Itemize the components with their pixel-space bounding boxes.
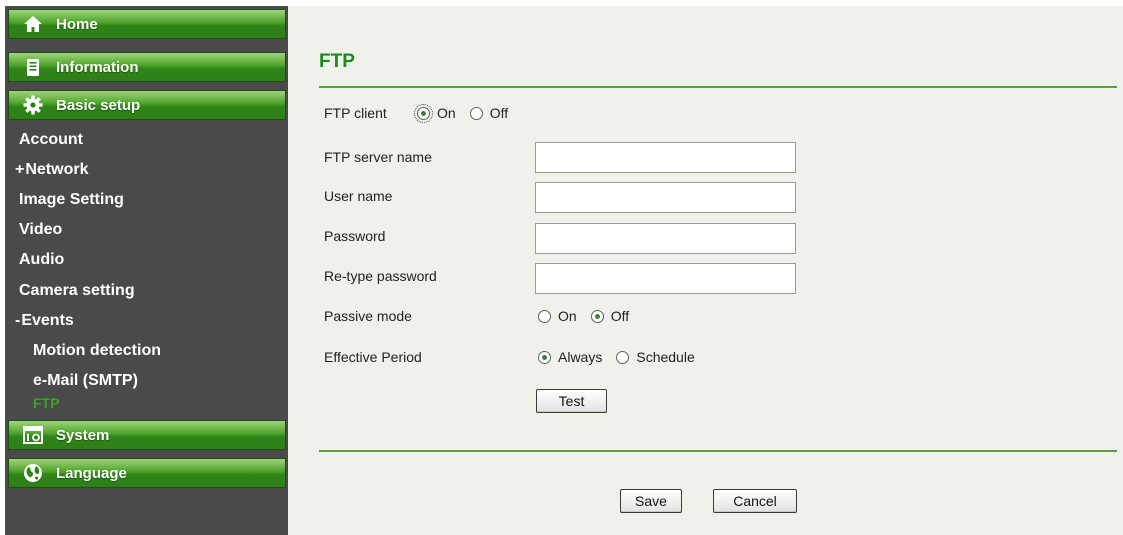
home-label: Home [56,15,98,33]
user-name-input[interactable] [535,182,796,213]
ftp-server-name-label: FTP server name [324,149,432,165]
passive-mode-radio-group: On Off [538,308,643,324]
sidebar-item-motion-detection[interactable]: Motion detection [33,342,161,360]
information-button[interactable]: Information [8,52,286,82]
effective-period-schedule-label[interactable]: Schedule [636,349,694,365]
sidebar-item-email-smtp[interactable]: e-Mail (SMTP) [33,372,138,390]
cancel-button[interactable]: Cancel [713,489,797,513]
system-icon [22,424,44,446]
collapse-icon: - [15,312,21,329]
sidebar-item-events-label: Events [21,312,74,329]
test-button[interactable]: Test [536,389,607,413]
retype-password-label: Re-type password [324,268,437,284]
expand-icon: + [15,161,25,178]
page-title: FTP [319,51,355,72]
sidebar-item-account[interactable]: Account [19,131,83,149]
retype-password-input[interactable] [535,263,796,294]
home-button[interactable]: Home [8,9,286,39]
sidebar-item-image-setting[interactable]: Image Setting [19,191,124,209]
effective-period-label: Effective Period [324,349,422,365]
password-input[interactable] [535,223,796,254]
title-divider [319,86,1117,88]
information-icon [22,56,44,78]
passive-mode-off-label[interactable]: Off [611,308,629,324]
home-icon [22,13,44,35]
ftp-client-off-radio[interactable] [469,106,483,120]
ftp-client-on-label[interactable]: On [437,105,456,121]
passive-mode-on-radio[interactable] [538,309,551,323]
effective-period-always-label[interactable]: Always [558,349,602,365]
effective-period-schedule-radio[interactable] [616,350,630,364]
passive-mode-off-radio[interactable] [590,309,604,323]
ftp-client-off-label[interactable]: Off [490,105,508,121]
save-button[interactable]: Save [620,489,682,513]
main-panel: FTP FTP client On Off FTP server name Us… [288,6,1123,535]
language-label: Language [56,464,127,482]
sidebar-item-camera-setting[interactable]: Camera setting [19,282,135,300]
globe-icon [22,462,44,484]
gear-icon [22,94,44,116]
passive-mode-label: Passive mode [324,308,412,324]
system-button[interactable]: System [8,420,286,450]
information-label: Information [56,58,139,76]
basic-setup-button[interactable]: Basic setup [8,90,286,120]
ftp-client-radio-group: On Off [414,103,522,123]
effective-period-always-radio[interactable] [538,350,551,364]
basic-setup-label: Basic setup [56,96,141,114]
sidebar-item-events[interactable]: -Events [15,312,74,330]
user-name-label: User name [324,188,393,204]
sidebar-item-network-label: Network [25,161,89,178]
system-label: System [56,426,110,444]
sidebar: Home Information Basic setup Account +Ne… [5,6,288,535]
sidebar-item-network[interactable]: +Network [15,161,88,179]
sidebar-item-ftp[interactable]: FTP [33,395,59,411]
passive-mode-on-label[interactable]: On [558,308,577,324]
effective-period-radio-group: Always Schedule [538,349,709,365]
ftp-client-label: FTP client [324,105,387,121]
ftp-client-on-radio[interactable] [414,103,433,123]
sidebar-item-video[interactable]: Video [19,221,62,239]
footer-divider [319,450,1117,452]
sidebar-item-audio[interactable]: Audio [19,251,64,269]
password-label: Password [324,228,386,244]
language-button[interactable]: Language [8,458,286,488]
ftp-server-name-input[interactable] [535,142,796,173]
